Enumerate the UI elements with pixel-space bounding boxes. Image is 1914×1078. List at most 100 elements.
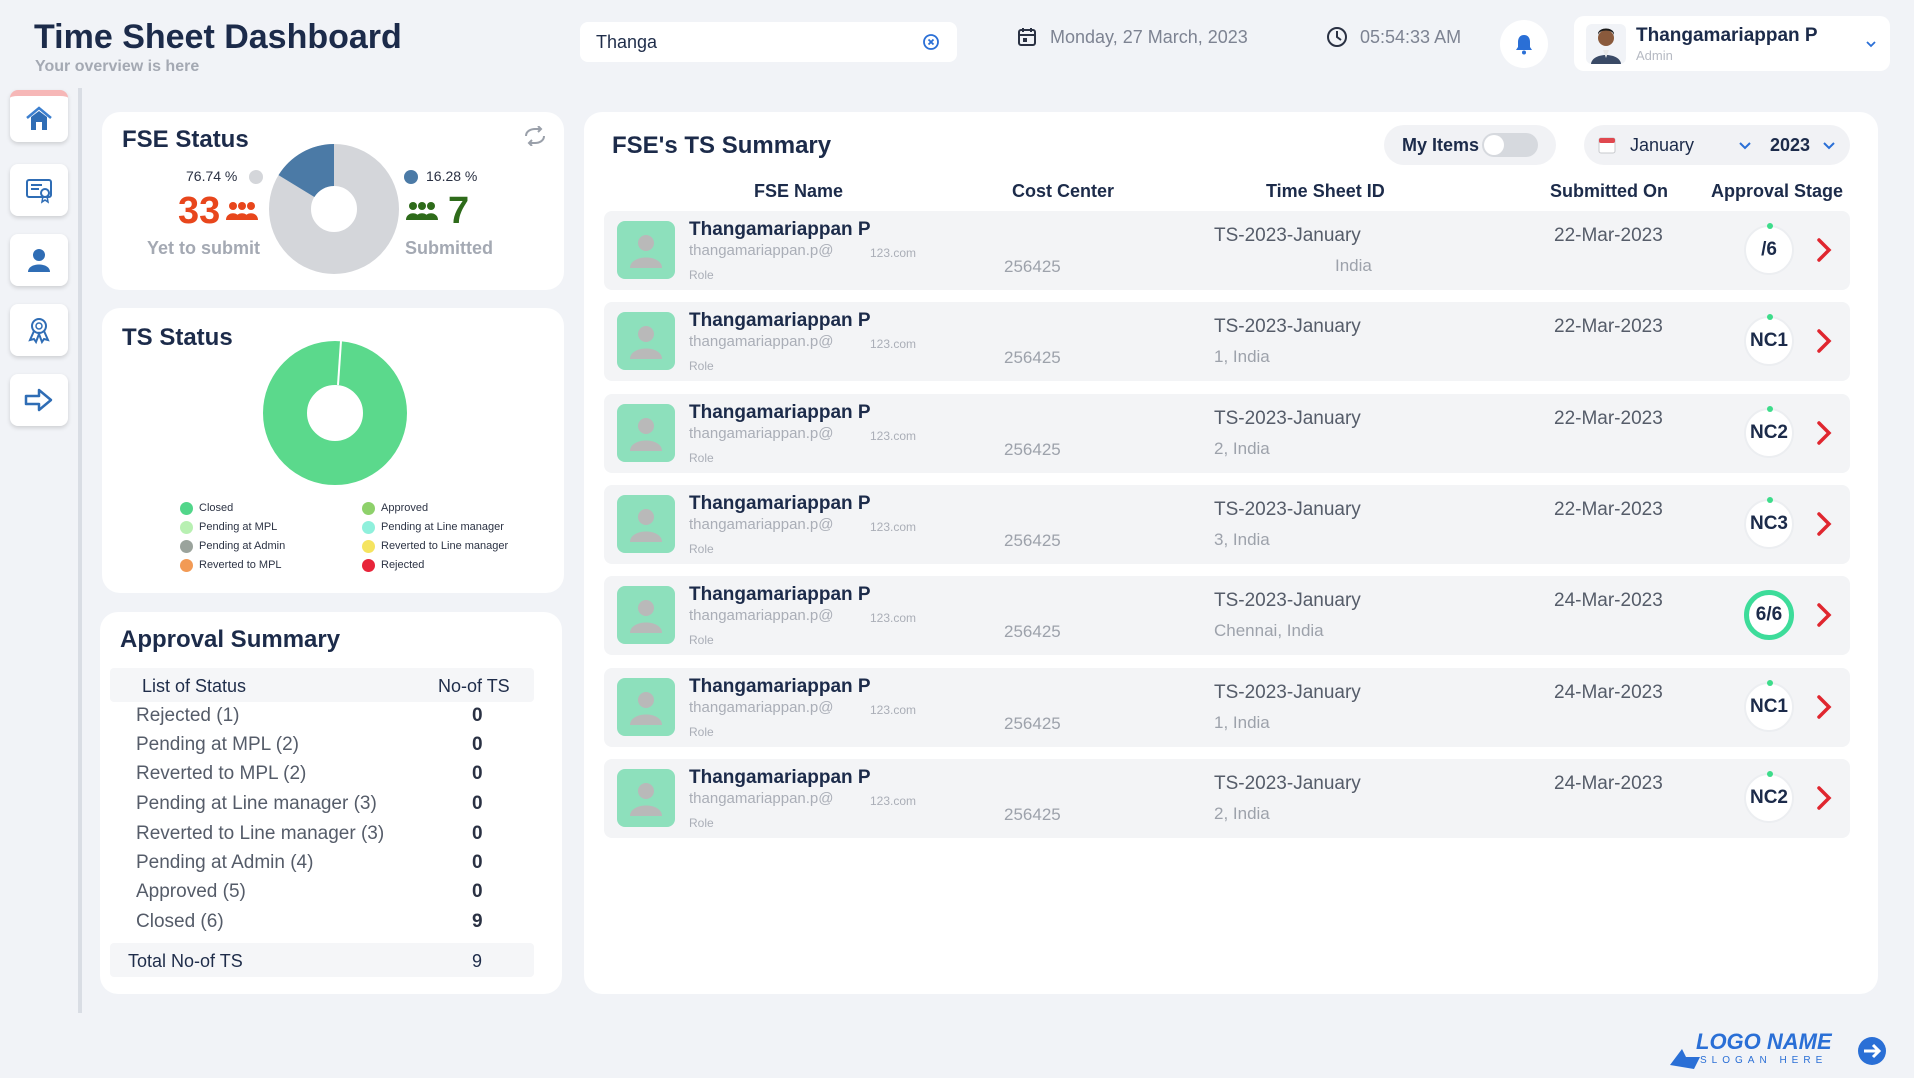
chevron-right-icon [1817,603,1832,627]
sidebar-item-logout[interactable] [10,374,68,426]
table-row[interactable]: Thangamariappan Pthangamariappan.p@ 123.c… [604,576,1850,655]
open-row-button[interactable] [1808,691,1840,723]
user-placeholder-icon [630,326,662,359]
logo-name: LOGO NAME [1696,1029,1833,1054]
fse-name[interactable]: Thangamariappan P [689,219,871,241]
user-menu[interactable]: Thangamariappan P Admin [1574,16,1890,71]
col-count-header: No-of TS [438,676,510,696]
year-select[interactable]: 2023 [1770,135,1810,156]
current-time: 05:54:33 AM [1326,26,1461,48]
fse-email-domain: 123.com [870,520,917,534]
chevron-right-icon [1817,695,1832,719]
yet-to-submit-percent: 76.74 % [186,168,238,184]
fse-status-card: FSE Status 76.74 % 33 Yet to submit 16.2… [102,112,564,290]
chevron-right-icon [1817,238,1832,262]
chevron-right-icon [1817,512,1832,536]
time-sheet-id: TS-2023-January [1214,408,1361,429]
submitted-on: 22-Mar-2023 [1554,499,1663,520]
chevron-down-icon[interactable] [1822,139,1836,153]
search-input[interactable]: Thanga [580,22,957,62]
refresh-icon[interactable] [522,126,548,146]
total-count: 9 [472,951,483,971]
avatar [617,404,675,462]
fse-email-domain: 123.com [870,703,917,717]
fse-role: Role [689,816,714,830]
ts-status-legend: Closed Approved Pending at MPL Pending a… [180,500,530,573]
search-value: Thanga [596,31,658,52]
table-row[interactable]: Thangamariappan Pthangamariappan.p@ 123.c… [604,485,1850,564]
approval-row: Rejected (1) 0 [136,705,483,726]
approval-total-row: Total No-of TS 9 [110,943,534,977]
table-row[interactable]: Thangamariappan Pthangamariappan.p@ 123.c… [604,211,1850,290]
open-row-button[interactable] [1808,782,1840,814]
user-placeholder-icon [630,692,662,725]
award-icon [28,318,50,345]
fse-name[interactable]: Thangamariappan P [689,310,871,332]
time-sheet-id: TS-2023-January [1214,499,1361,520]
sidebar-item-home[interactable] [10,90,68,142]
chevron-down-icon [1866,40,1876,47]
approval-stage-badge: 6/6 [1744,590,1794,640]
chevron-right-icon [1817,421,1832,445]
fse-role: Role [689,359,714,373]
approval-summary-header: List of Status No-of TS [110,668,534,702]
cost-center: 256425 [1004,531,1061,550]
fse-name[interactable]: Thangamariappan P [689,584,871,606]
open-row-button[interactable] [1808,508,1840,540]
user-placeholder-icon [630,600,662,633]
fse-email: thangamariappan.p@ [689,333,834,350]
legend-item: Pending at MPL [180,519,362,535]
clear-search-icon[interactable] [921,32,941,52]
toggle-switch[interactable] [1482,133,1538,157]
approval-stage-badge: NC1 [1744,314,1794,366]
cost-center: 256425 [1004,714,1061,733]
sidebar [0,88,82,1013]
open-row-button[interactable] [1808,599,1840,631]
fse-email: thangamariappan.p@ [689,699,834,716]
user-icon [28,249,50,272]
open-row-button[interactable] [1808,325,1840,357]
sidebar-item-timesheets[interactable] [10,164,68,216]
page-title: Time Sheet Dashboard [34,18,402,56]
legend-swatch [362,558,375,572]
fse-name[interactable]: Thangamariappan P [689,402,871,424]
table-row[interactable]: Thangamariappan Pthangamariappan.p@ 123.c… [604,759,1850,838]
approval-stage-badge: NC2 [1744,406,1794,458]
group-icon [406,202,438,220]
legend-swatch [180,558,193,572]
submitted-dot [404,170,418,184]
submitted-on: 22-Mar-2023 [1554,316,1663,337]
table-row[interactable]: Thangamariappan Pthangamariappan.p@ 123.c… [604,302,1850,381]
legend-swatch [362,539,375,553]
fse-email-domain: 123.com [870,246,917,260]
submitted-on: 24-Mar-2023 [1554,682,1663,703]
location: Chennai, India [1214,621,1324,640]
yet-to-submit-count: 33 [178,190,221,232]
approval-row: Reverted to Line manager (3) 0 [136,823,483,844]
open-row-button[interactable] [1808,417,1840,449]
table-row[interactable]: Thangamariappan Pthangamariappan.p@ 123.c… [604,394,1850,473]
chevron-down-icon[interactable] [1738,139,1752,153]
cost-center: 256425 [1004,257,1061,276]
avatar [617,495,675,553]
my-items-toggle[interactable]: My Items [1384,125,1556,165]
col-cost-center: Cost Center [1012,181,1115,201]
time-sheet-id: TS-2023-January [1214,682,1361,703]
sidebar-item-awards[interactable] [10,304,68,356]
open-row-button[interactable] [1808,234,1840,266]
cost-center: 256425 [1004,348,1061,367]
fse-name[interactable]: Thangamariappan P [689,676,871,698]
legend-item: Reverted to Line manager [362,538,530,554]
submitted-on: 22-Mar-2023 [1554,408,1663,429]
logo-slogan: SLOGAN HERE [1700,1055,1827,1066]
sidebar-item-users[interactable] [10,234,68,286]
month-select[interactable]: January [1630,135,1694,156]
avatar [617,312,675,370]
fse-name[interactable]: Thangamariappan P [689,493,871,515]
group-icon [226,202,258,220]
approval-row: Closed (6) 9 [136,911,483,932]
notifications-button[interactable] [1500,20,1548,68]
table-row[interactable]: Thangamariappan Pthangamariappan.p@ 123.c… [604,668,1850,747]
fse-name[interactable]: Thangamariappan P [689,767,871,789]
ts-status-title: TS Status [122,324,233,351]
